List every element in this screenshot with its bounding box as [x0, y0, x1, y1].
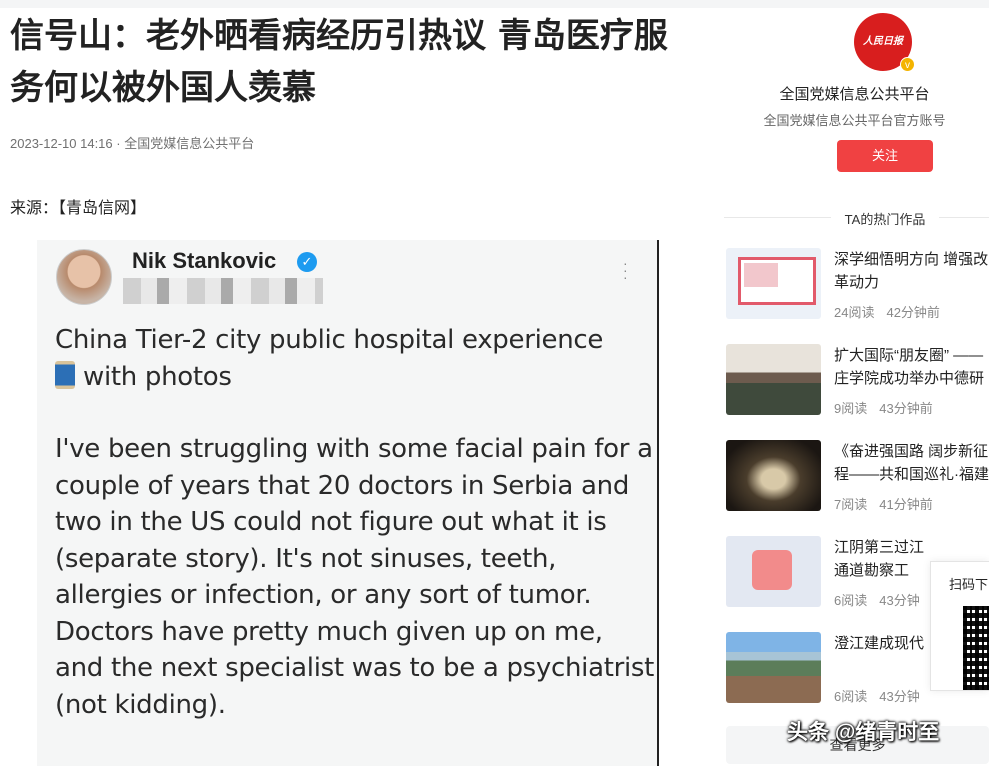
account-desc: 全国党媒信息公共平台官方账号 — [763, 113, 946, 128]
thumbnail[interactable] — [726, 440, 821, 511]
article-title: 信号山：老外晒看病经历引热议 青岛医疗服务何以被外国人羡慕 — [10, 16, 668, 108]
article-source: 来源：【青岛信网】 — [10, 200, 147, 217]
account-name[interactable]: 全国党媒信息公共平台 — [720, 83, 989, 104]
list-item[interactable]: 扩大国际“朋友圈” —— 庄学院成功举办中德研 9阅读 43分钟前 — [726, 344, 989, 416]
thumbnail[interactable] — [726, 632, 821, 703]
item-stats: 9阅读 43分钟前 — [834, 398, 933, 417]
tweet-author: Nik Stankovic — [132, 248, 277, 273]
item-stats: 24阅读 42分钟前 — [834, 302, 940, 321]
hot-works-label: TA的热门作品 — [830, 212, 940, 227]
tweet-intro: China Tier-2 city public hospital experi… — [55, 325, 604, 355]
tweet-screenshot: Nik Stankovic ✓ · · · China Tier-2 city pu… — [37, 240, 659, 766]
item-stats: 7阅读 41分钟前 — [834, 494, 933, 513]
item-time: 42分钟前 — [886, 305, 940, 320]
thumbnail[interactable] — [726, 248, 821, 319]
blurred-handle — [123, 278, 323, 304]
item-reads: 9阅读 — [834, 401, 868, 416]
item-reads: 6阅读 — [834, 593, 868, 608]
thread-icon — [55, 360, 75, 389]
article-meta: 2023-12-10 14:16 · 全国党媒信息公共平台 — [10, 136, 255, 151]
verified-icon: ✓ — [297, 252, 317, 272]
more-options-icon: · · · — [623, 255, 628, 285]
list-item[interactable]: 深学细悟明方向 增强改革动力 24阅读 42分钟前 — [726, 248, 989, 320]
item-reads: 6阅读 — [834, 689, 868, 704]
item-time: 41分钟前 — [879, 497, 933, 512]
item-time: 43分钟前 — [879, 401, 933, 416]
tweet-body: I've been struggling with some facial pa… — [55, 434, 655, 720]
qr-label: 扫码下 — [949, 577, 989, 592]
watermark: 头条 @绪青时至 — [787, 721, 940, 744]
item-title[interactable]: 深学细悟明方向 增强改革动力 — [834, 248, 989, 294]
thumbnail[interactable] — [726, 344, 821, 415]
item-stats: 6阅读 43分钟 — [834, 686, 920, 705]
verified-badge-icon: v — [900, 57, 915, 72]
item-stats: 6阅读 43分钟 — [834, 590, 920, 609]
item-title[interactable]: 《奋进强国路 阔步新征程——共和国巡礼·福建篇 — [834, 440, 989, 486]
qr-code-icon — [963, 606, 989, 690]
list-item[interactable]: 《奋进强国路 阔步新征程——共和国巡礼·福建篇 7阅读 41分钟前 — [726, 440, 989, 512]
follow-button[interactable]: 关注 — [837, 140, 933, 172]
item-time: 43分钟 — [879, 593, 920, 608]
thumbnail[interactable] — [726, 536, 821, 607]
qr-panel[interactable]: 扫码下 — [930, 561, 989, 691]
avatar — [56, 249, 112, 305]
item-title[interactable]: 扩大国际“朋友圈” —— 庄学院成功举办中德研 — [834, 344, 989, 390]
item-reads: 24阅读 — [834, 305, 875, 320]
item-reads: 7阅读 — [834, 497, 868, 512]
tweet-intro-tail: with photos — [83, 361, 232, 392]
hot-works-title: TA的热门作品 — [720, 209, 989, 228]
item-time: 43分钟 — [879, 689, 920, 704]
article: 信号山：老外晒看病经历引热议 青岛医疗服务何以被外国人羡慕 2023-12-10… — [0, 0, 680, 766]
tweet-text: China Tier-2 city public hospital experi… — [55, 322, 655, 759]
item-title[interactable]: 江阴第三过江通道勘察工 — [834, 536, 934, 582]
